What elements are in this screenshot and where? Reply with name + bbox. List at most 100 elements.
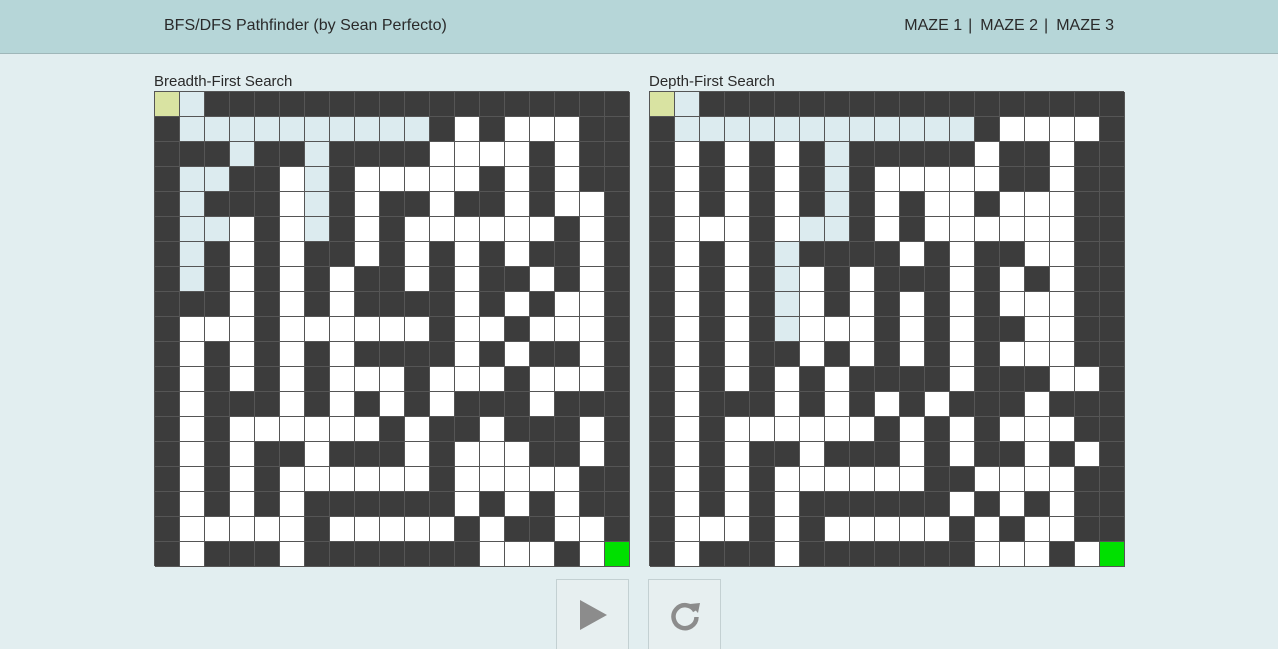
open-cell [900,242,925,267]
open-cell [1025,542,1050,567]
wall-cell [480,242,505,267]
wall-cell [230,392,255,417]
open-cell [775,467,800,492]
wall-cell [925,467,950,492]
wall-cell [1100,167,1125,192]
wall-cell [330,217,355,242]
wall-cell [355,492,380,517]
wall-cell [405,492,430,517]
wall-cell [155,442,180,467]
open-cell [280,242,305,267]
open-cell [1050,317,1075,342]
play-button[interactable] [556,579,629,649]
open-cell [775,142,800,167]
wall-cell [825,342,850,367]
wall-cell [605,442,630,467]
wall-cell [700,492,725,517]
path-cell [180,267,205,292]
app-header: BFS/DFS Pathfinder (by Sean Perfecto) MA… [0,0,1278,54]
wall-cell [530,417,555,442]
wall-cell [975,317,1000,342]
wall-cell [1100,267,1125,292]
wall-cell [530,242,555,267]
wall-cell [800,367,825,392]
open-cell [505,542,530,567]
open-cell [900,292,925,317]
wall-cell [555,417,580,442]
open-cell [180,417,205,442]
open-cell [280,192,305,217]
wall-cell [1075,192,1100,217]
open-cell [725,242,750,267]
wall-cell [900,217,925,242]
open-cell [1075,542,1100,567]
open-cell [950,367,975,392]
reset-button[interactable] [648,579,721,649]
open-cell [405,417,430,442]
wall-cell [530,342,555,367]
path-cell [675,117,700,142]
wall-cell [605,467,630,492]
wall-cell [650,492,675,517]
path-cell [825,167,850,192]
wall-cell [155,542,180,567]
wall-cell [1075,342,1100,367]
wall-cell [925,417,950,442]
wall-cell [555,542,580,567]
open-cell [580,517,605,542]
open-cell [725,442,750,467]
path-cell [205,217,230,242]
wall-cell [405,392,430,417]
open-cell [405,467,430,492]
wall-cell [700,317,725,342]
open-cell [1050,367,1075,392]
open-cell [800,442,825,467]
wall-cell [1025,167,1050,192]
open-cell [230,242,255,267]
wall-cell [330,442,355,467]
wall-cell [700,342,725,367]
open-cell [280,392,305,417]
wall-cell [1000,517,1025,542]
wall-cell [650,517,675,542]
open-cell [1050,492,1075,517]
open-cell [280,317,305,342]
wall-cell [255,167,280,192]
wall-cell [750,342,775,367]
open-cell [725,192,750,217]
wall-cell [255,242,280,267]
wall-cell [455,517,480,542]
wall-cell [605,242,630,267]
wall-cell [800,517,825,542]
maze-3-link[interactable]: MAZE 3 [1056,17,1114,35]
wall-cell [555,342,580,367]
path-cell [800,217,825,242]
wall-cell [775,342,800,367]
wall-cell [1050,542,1075,567]
open-cell [480,217,505,242]
wall-cell [530,517,555,542]
wall-cell [205,367,230,392]
wall-cell [1075,492,1100,517]
open-cell [180,392,205,417]
open-cell [950,192,975,217]
wall-cell [205,417,230,442]
wall-cell [850,217,875,242]
path-cell [280,117,305,142]
path-cell [205,167,230,192]
open-cell [405,517,430,542]
open-cell [1025,217,1050,242]
maze-2-link[interactable]: MAZE 2 [980,17,1038,35]
open-cell [355,317,380,342]
open-cell [675,442,700,467]
open-cell [850,467,875,492]
open-cell [480,317,505,342]
maze-separator: | [968,17,973,34]
maze-1-link[interactable]: MAZE 1 [904,17,962,35]
wall-cell [725,92,750,117]
open-cell [1075,367,1100,392]
wall-cell [900,392,925,417]
open-cell [430,192,455,217]
open-cell [180,517,205,542]
wall-cell [430,342,455,367]
